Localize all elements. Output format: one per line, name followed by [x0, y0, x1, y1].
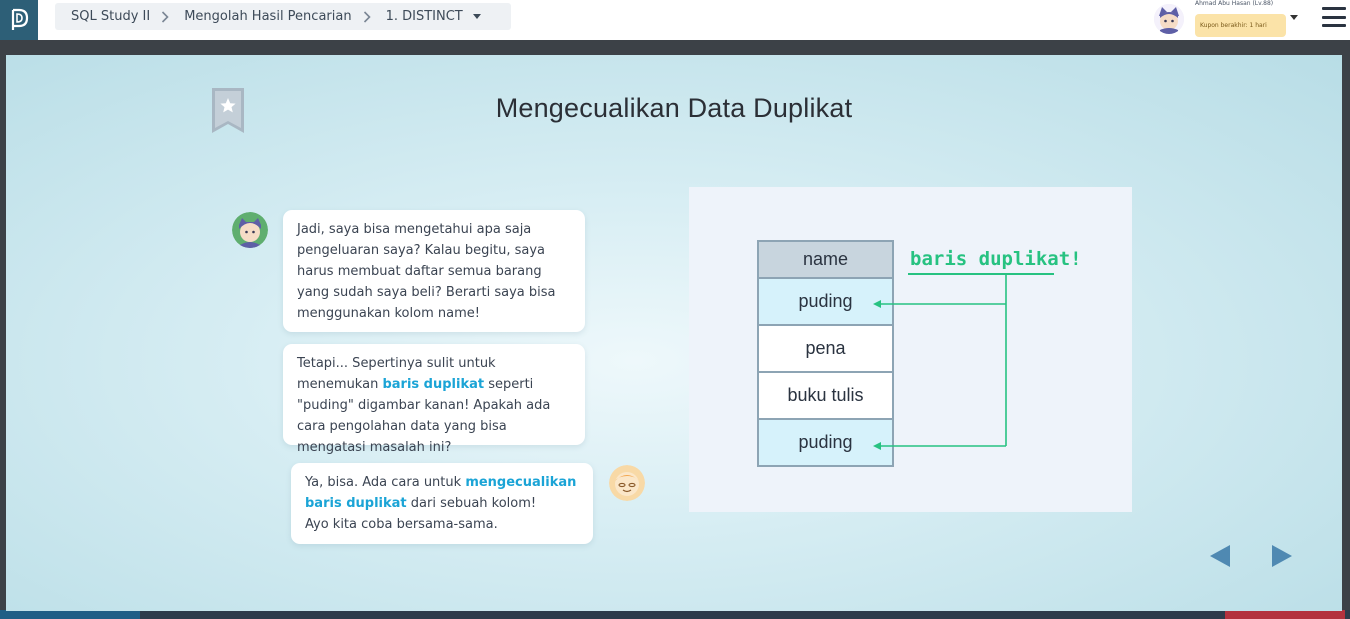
chat-bubble-mentor: Ya, bisa. Ada cara untuk mengecualikan b…: [291, 463, 593, 544]
slide-title: Mengecualikan Data Duplikat: [495, 93, 853, 123]
mentor-avatar: [609, 465, 645, 501]
chat-highlight: baris duplikat: [382, 377, 485, 392]
chat-text: Ayo kita coba bersama-sama.: [305, 517, 498, 532]
diagram-panel: name puding pena buku tulis puding baris…: [689, 187, 1132, 512]
breadcrumb-item-lesson[interactable]: 1. DISTINCT: [386, 9, 463, 24]
duplicate-arrows: [873, 275, 1007, 450]
chat-text: dari sebuah kolom!: [406, 496, 537, 511]
previous-slide-button[interactable]: [1209, 544, 1231, 568]
user-name[interactable]: Ahmad Abu Hasan (Lv.88): [1195, 0, 1273, 7]
next-slide-button[interactable]: [1271, 544, 1293, 568]
chat-text: Jadi, saya bisa mengetahui apa saja peng…: [297, 222, 556, 321]
top-bar: SQL Study II Mengolah Hasil Pencarian 1.…: [0, 0, 1350, 40]
breadcrumb: SQL Study II Mengolah Hasil Pencarian 1.…: [55, 3, 511, 30]
breadcrumb-item-course[interactable]: SQL Study II: [71, 9, 150, 24]
logo-icon[interactable]: [0, 0, 38, 40]
student-avatar: [232, 212, 268, 248]
lesson-slide: Mengecualikan Data Duplikat Jadi, saya b…: [6, 55, 1342, 611]
hamburger-menu-icon[interactable]: [1322, 7, 1346, 27]
chevron-down-icon[interactable]: [1290, 15, 1298, 20]
breadcrumb-item-chapter[interactable]: Mengolah Hasil Pencarian: [184, 9, 351, 24]
background-strip: [0, 610, 1350, 619]
user-avatar[interactable]: [1154, 4, 1184, 34]
chevron-down-icon[interactable]: [472, 14, 481, 19]
chevron-right-icon: [161, 10, 173, 24]
coupon-badge[interactable]: Kupon berakhir: 1 hari: [1195, 14, 1286, 37]
chat-bubble-student-1: Jadi, saya bisa mengetahui apa saja peng…: [283, 210, 585, 332]
chat-bubble-student-2: Tetapi... Sepertinya sulit untuk menemuk…: [283, 344, 585, 455]
chevron-right-icon: [363, 10, 375, 24]
chat-text: Ya, bisa. Ada cara untuk: [305, 475, 466, 490]
